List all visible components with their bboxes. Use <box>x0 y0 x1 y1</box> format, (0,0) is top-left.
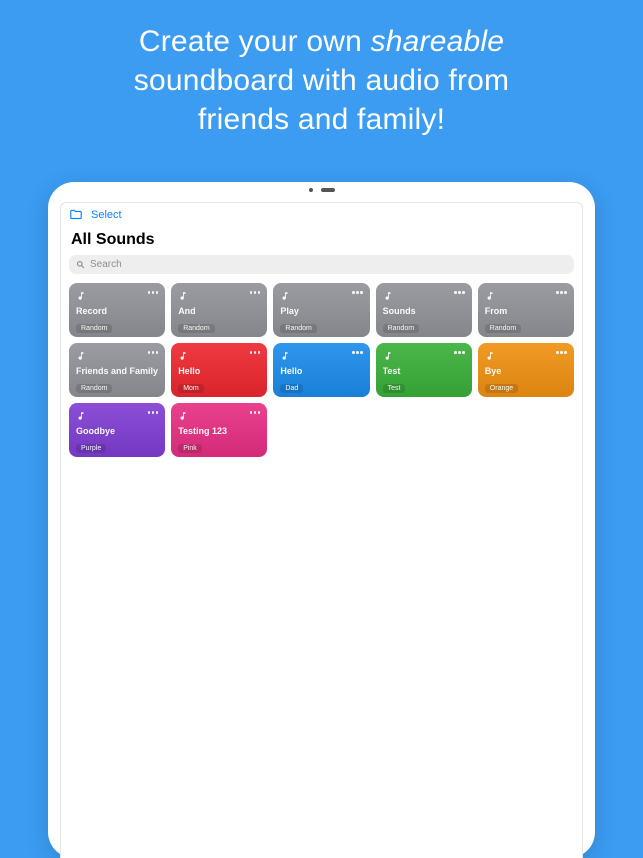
more-icon[interactable] <box>148 289 159 294</box>
tile-subtitle: Random <box>383 324 419 333</box>
promo-line3: friends and family! <box>198 103 445 136</box>
music-note-icon <box>280 349 290 367</box>
tile-subtitle: Random <box>485 324 521 333</box>
more-icon[interactable] <box>250 409 261 414</box>
more-icon[interactable] <box>148 349 159 354</box>
more-icon[interactable] <box>454 349 465 354</box>
tile-title: Sounds <box>383 307 465 317</box>
more-icon[interactable] <box>250 289 261 294</box>
sound-tile[interactable]: Bye Orange <box>478 343 574 397</box>
sound-tile[interactable]: Sounds Random <box>376 283 472 337</box>
tile-title: Hello <box>280 367 362 377</box>
tile-title: Hello <box>178 367 260 377</box>
music-note-icon <box>383 289 393 307</box>
device-sensor-bar <box>309 188 335 192</box>
tile-title: Testing 123 <box>178 427 260 437</box>
tile-title: Play <box>280 307 362 317</box>
music-note-icon <box>178 409 188 427</box>
music-note-icon <box>383 349 393 367</box>
more-icon[interactable] <box>352 349 363 354</box>
more-icon[interactable] <box>454 289 465 294</box>
tile-title: From <box>485 307 567 317</box>
search-input[interactable]: Search <box>69 255 574 274</box>
tile-subtitle: Dad <box>280 384 303 393</box>
app-screen: Select All Sounds Search Record Random <box>60 202 583 858</box>
tile-subtitle: Purple <box>76 444 106 453</box>
search-icon <box>76 260 85 269</box>
promo-line2: soundboard with audio from <box>134 64 509 97</box>
more-icon[interactable] <box>352 289 363 294</box>
tile-subtitle: Mom <box>178 384 204 393</box>
tile-title: Bye <box>485 367 567 377</box>
sound-tile[interactable]: Hello Mom <box>171 343 267 397</box>
promo-line1a: Create your own <box>139 25 371 58</box>
tile-subtitle: Random <box>76 384 112 393</box>
sound-tile[interactable]: Hello Dad <box>273 343 369 397</box>
sound-tile[interactable]: And Random <box>171 283 267 337</box>
music-note-icon <box>485 349 495 367</box>
sound-tile[interactable]: From Random <box>478 283 574 337</box>
music-note-icon <box>76 289 86 307</box>
tile-subtitle: Test <box>383 384 406 393</box>
sound-grid: Record Random And Random Play <box>61 280 582 460</box>
sensor-dot-icon <box>309 188 313 192</box>
tile-subtitle: Random <box>280 324 316 333</box>
tile-subtitle: Orange <box>485 384 518 393</box>
select-button[interactable]: Select <box>91 209 122 221</box>
music-note-icon <box>485 289 495 307</box>
tile-title: Record <box>76 307 158 317</box>
sound-tile[interactable]: Friends and Family Random <box>69 343 165 397</box>
folder-icon[interactable] <box>69 208 83 222</box>
more-icon[interactable] <box>148 409 159 414</box>
sound-tile[interactable]: Goodbye Purple <box>69 403 165 457</box>
tile-title: And <box>178 307 260 317</box>
sound-tile[interactable]: Play Random <box>273 283 369 337</box>
more-icon[interactable] <box>556 289 567 294</box>
tile-title: Friends and Family <box>76 367 158 377</box>
music-note-icon <box>178 349 188 367</box>
promo-headline: Create your own shareable soundboard wit… <box>0 0 643 159</box>
tile-title: Test <box>383 367 465 377</box>
sound-tile[interactable]: Test Test <box>376 343 472 397</box>
search-placeholder: Search <box>90 259 122 270</box>
music-note-icon <box>76 349 86 367</box>
sound-tile[interactable]: Record Random <box>69 283 165 337</box>
page-title: All Sounds <box>61 227 582 253</box>
sensor-pill-icon <box>321 188 335 192</box>
toolbar: Select <box>61 203 582 227</box>
tile-title: Goodbye <box>76 427 158 437</box>
sound-tile[interactable]: Testing 123 Pink <box>171 403 267 457</box>
music-note-icon <box>178 289 188 307</box>
device-frame: Select All Sounds Search Record Random <box>48 182 595 858</box>
music-note-icon <box>280 289 290 307</box>
more-icon[interactable] <box>250 349 261 354</box>
promo-line1-em: shareable <box>371 25 505 58</box>
tile-subtitle: Random <box>76 324 112 333</box>
more-icon[interactable] <box>556 349 567 354</box>
music-note-icon <box>76 409 86 427</box>
tile-subtitle: Random <box>178 324 214 333</box>
tile-subtitle: Pink <box>178 444 202 453</box>
